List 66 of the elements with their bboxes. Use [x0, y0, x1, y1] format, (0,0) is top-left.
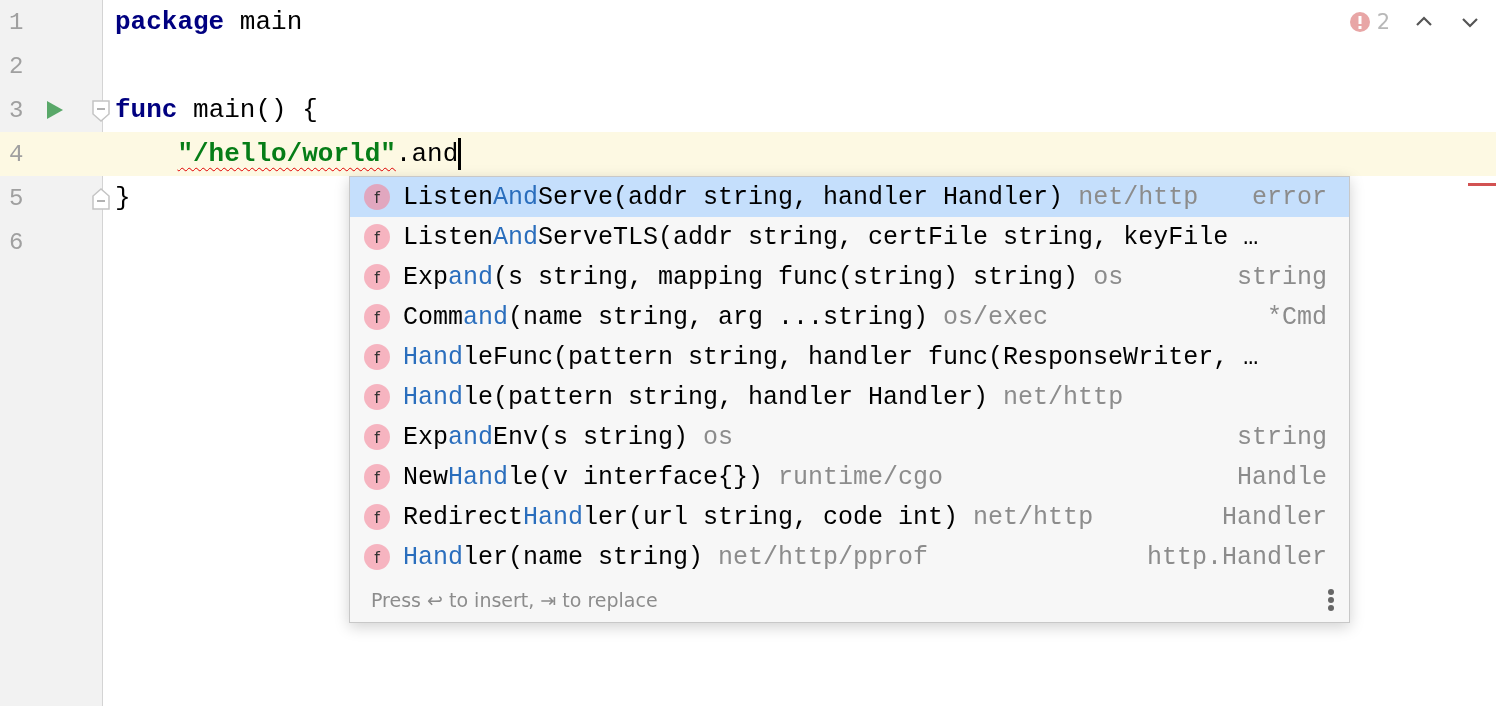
fold-marker-icon[interactable] [92, 100, 110, 122]
error-stripe-marker[interactable] [1468, 183, 1496, 186]
package-name: os/exec [943, 302, 1049, 332]
package-name: net/http [1003, 382, 1124, 412]
function-signature: ExpandEnv(s string) [403, 422, 689, 452]
function-icon: f [364, 344, 390, 370]
string-literal: "/hello/world" [177, 139, 396, 169]
completion-item[interactable]: f ListenAndServeTLS(addr string, certFile string, keyFile … [350, 217, 1349, 257]
package-name: runtime/cgo [778, 462, 944, 492]
completion-item[interactable]: f NewHandle(v interface{}) runtime/cgo Handle [350, 457, 1349, 497]
function-icon: f [364, 424, 390, 450]
function-icon: f [364, 544, 390, 570]
fold-marker-icon[interactable] [92, 188, 110, 210]
error-icon [1348, 11, 1371, 33]
completion-item[interactable]: f ListenAndServe(addr string, handler Handler) net/http error [350, 177, 1349, 217]
keyword-text: func [115, 95, 178, 125]
error-count: 2 [1376, 10, 1390, 34]
code-text: main() { [192, 95, 318, 125]
completion-item[interactable]: f ExpandEnv(s string) os string [350, 417, 1349, 457]
code-text: } [115, 183, 131, 213]
package-name: os [703, 422, 734, 452]
line-number: 2 [8, 52, 25, 80]
function-signature: Command(name string, arg ...string) [403, 302, 929, 332]
package-name: net/http/pprof [718, 542, 929, 572]
completion-item[interactable]: f Handler(name string) net/http/pprof http.Handler [350, 537, 1349, 577]
function-signature: ListenAndServeTLS(addr string, certFile string, keyFile … [403, 222, 1259, 252]
line-number: 3 [8, 96, 25, 124]
function-icon: f [364, 264, 390, 290]
return-type: Handler [1220, 502, 1327, 532]
line-number: 5 [8, 184, 25, 212]
completion-item[interactable]: f Command(name string, arg ...string) os/exec *Cmd [350, 297, 1349, 337]
function-signature: Handle(pattern string, handler Handler) [403, 382, 989, 412]
completion-item[interactable]: f Handle(pattern string, handler Handler) net/http [350, 377, 1349, 417]
return-type: string [1236, 262, 1327, 292]
function-signature: RedirectHandler(url string, code int) [403, 502, 959, 532]
line-number: 4 [8, 140, 25, 168]
return-type: Handle [1236, 462, 1327, 492]
return-type: string [1236, 422, 1327, 452]
function-signature: Handler(name string) [403, 542, 704, 572]
keyword-text: package [115, 7, 225, 37]
more-options-icon[interactable] [1327, 587, 1335, 612]
package-name: net/http [973, 502, 1094, 532]
return-type: http.Handler [1145, 542, 1327, 572]
completion-item[interactable]: f RedirectHandler(url string, code int) net/http Handler [350, 497, 1349, 537]
function-signature: NewHandle(v interface{}) [403, 462, 764, 492]
line-number: 6 [8, 228, 25, 256]
code-text: main [238, 7, 303, 37]
run-icon[interactable] [47, 101, 63, 119]
completion-item[interactable]: f Expand(s string, mapping func(string) string) os string [350, 257, 1349, 297]
function-icon: f [364, 304, 390, 330]
function-icon: f [364, 384, 390, 410]
code-text: .and [395, 139, 459, 169]
return-type: *Cmd [1266, 302, 1327, 332]
line-number: 1 [8, 8, 25, 36]
function-signature: Expand(s string, mapping func(string) string) [403, 262, 1079, 292]
hint-text: Press ↩ to insert, ⇥ to replace [371, 588, 658, 611]
function-signature: ListenAndServe(addr string, handler Handler) [403, 182, 1064, 212]
completion-item[interactable]: f HandleFunc(pattern string, handler func(ResponseWriter, … [350, 337, 1349, 377]
function-signature: HandleFunc(pattern string, handler func(ResponseWriter, … [403, 342, 1259, 372]
package-name: os [1093, 262, 1124, 292]
package-name: net/http [1078, 182, 1199, 212]
function-icon: f [364, 224, 390, 250]
return-type: error [1251, 182, 1327, 212]
function-icon: f [364, 464, 390, 490]
function-icon: f [364, 504, 390, 530]
function-icon: f [364, 184, 390, 210]
